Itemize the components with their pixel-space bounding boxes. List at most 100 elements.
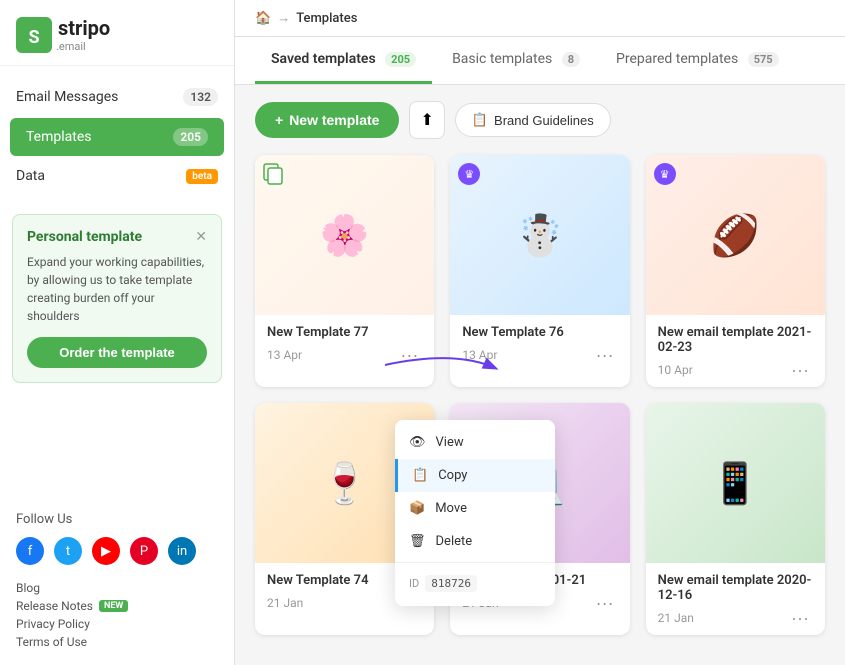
tab-saved-templates-count: 205 (385, 52, 416, 67)
template-footer-6: New email template 2020-12-16 21 Jan ··· (646, 563, 825, 635)
youtube-icon[interactable]: ▶ (92, 537, 120, 565)
sidebar-item-email-label: Email Messages (16, 89, 118, 105)
personal-template-card-header: Personal template ✕ (27, 229, 207, 245)
template-card-1: 🌸 New Template 77 13 Apr ··· (255, 155, 434, 387)
context-menu-delete[interactable]: 🗑 Delete (395, 525, 555, 558)
logo-area: S stripo .email (0, 0, 234, 66)
template-more-button-1[interactable]: ··· (396, 346, 422, 364)
copy-icon: 📋 (412, 468, 428, 483)
context-menu-id: ID 818726 (395, 567, 555, 600)
template-meta-6: 21 Jan ··· (658, 609, 813, 627)
breadcrumb: 🏠 → Templates (235, 0, 845, 37)
template-card-6: 📱 New email template 2020-12-16 21 Jan ·… (646, 403, 825, 635)
tab-prepared-templates[interactable]: Prepared templates 575 (600, 37, 795, 84)
new-template-plus-icon: + (275, 112, 283, 128)
template-date-1: 13 Apr (267, 348, 302, 362)
context-menu-view[interactable]: 👁 View (395, 426, 555, 459)
context-menu-copy[interactable]: 📋 Copy (395, 459, 555, 492)
tab-saved-templates-label: Saved templates (271, 51, 376, 67)
linkedin-icon[interactable]: in (168, 537, 196, 565)
template-card-3: 🏈 ♛ New email template 2021-02-23 10 Apr… (646, 155, 825, 387)
follow-section: Follow Us f t ▶ P in Blog Release Notes … (0, 496, 234, 665)
template-footer-3: New email template 2021-02-23 10 Apr ··· (646, 315, 825, 387)
sidebar-item-templates-label: Templates (26, 129, 92, 145)
template-date-6: 21 Jan (658, 611, 694, 625)
template-meta-2: 13 Apr ··· (462, 346, 617, 364)
copy-icon (263, 163, 285, 185)
personal-template-body: Expand your working capabilities, by all… (27, 253, 207, 325)
tab-basic-templates[interactable]: Basic templates 8 (436, 37, 596, 84)
context-menu-move[interactable]: 📦 Move (395, 492, 555, 525)
template-more-button-3[interactable]: ··· (787, 361, 813, 379)
template-more-button-6[interactable]: ··· (787, 609, 813, 627)
tab-basic-templates-label: Basic templates (452, 51, 552, 67)
tab-saved-templates[interactable]: Saved templates 205 (255, 37, 432, 84)
sidebar-item-data-label: Data (16, 168, 45, 184)
personal-template-close-button[interactable]: ✕ (195, 229, 207, 245)
brand-guidelines-icon: 📋 (472, 112, 488, 128)
facebook-icon[interactable]: f (16, 537, 44, 565)
template-name-1: New Template 77 (267, 325, 422, 340)
context-menu-view-label: View (436, 435, 464, 450)
sidebar-item-email-badge: 132 (183, 88, 218, 106)
logo-text: stripo .email (58, 16, 110, 53)
breadcrumb-current: Templates (296, 11, 357, 26)
sidebar-item-email-messages[interactable]: Email Messages 132 (0, 78, 234, 116)
tab-prepared-templates-label: Prepared templates (616, 51, 738, 67)
context-menu-divider (395, 562, 555, 563)
upload-icon: ⬆ (420, 110, 433, 130)
new-badge: NEW (99, 600, 128, 612)
breadcrumb-home[interactable]: 🏠 (255, 11, 271, 26)
template-name-2: New Template 76 (462, 325, 617, 340)
brand-guidelines-button[interactable]: 📋 Brand Guidelines (455, 103, 611, 137)
tab-prepared-templates-count: 575 (748, 52, 779, 67)
view-icon: 👁 (409, 435, 426, 450)
footer-link-terms[interactable]: Terms of Use (16, 635, 218, 649)
template-more-button-2[interactable]: ··· (592, 346, 618, 364)
upload-icon-button[interactable]: ⬆ (409, 101, 444, 139)
template-thumb-2: ☃️ ♛ (450, 155, 629, 315)
template-date-2: 13 Apr (462, 348, 497, 362)
footer-link-privacy-policy[interactable]: Privacy Policy (16, 617, 218, 631)
sidebar-item-data[interactable]: Data beta (0, 158, 234, 194)
thumb-decoration-6: 📱 (646, 403, 825, 563)
template-card-2: ☃️ ♛ New Template 76 13 Apr ··· (450, 155, 629, 387)
new-template-button[interactable]: + New template (255, 102, 399, 138)
context-menu-delete-label: Delete (436, 534, 473, 549)
sidebar-nav: Email Messages 132 Templates 205 Data be… (0, 66, 234, 206)
template-footer-1: New Template 77 13 Apr ··· (255, 315, 434, 372)
move-icon: 📦 (409, 501, 425, 516)
breadcrumb-arrow: → (277, 10, 290, 26)
context-menu: 👁 View 📋 Copy 📦 Move 🗑 Delete ID 818726 (395, 420, 555, 606)
tab-basic-templates-count: 8 (562, 52, 580, 67)
template-name-3: New email template 2021-02-23 (658, 325, 813, 355)
footer-link-release-notes[interactable]: Release Notes NEW (16, 599, 218, 613)
logo-brand-name: stripo (58, 16, 110, 40)
sidebar: S stripo .email Email Messages 132 Templ… (0, 0, 235, 665)
context-menu-move-label: Move (435, 501, 467, 516)
template-more-button-5[interactable]: ··· (592, 594, 618, 612)
context-menu-copy-label: Copy (438, 468, 467, 483)
sidebar-item-data-badge: beta (186, 169, 218, 184)
sidebar-item-templates[interactable]: Templates 205 (10, 118, 224, 156)
template-date-4: 21 Jan (267, 596, 303, 610)
pinterest-icon[interactable]: P (130, 537, 158, 565)
logo[interactable]: S stripo .email (16, 16, 218, 53)
copy-badge-1 (263, 163, 285, 185)
action-bar: + New template ⬆ 📋 Brand Guidelines (255, 101, 825, 139)
template-thumb-3: 🏈 ♛ (646, 155, 825, 315)
social-icons: f t ▶ P in (16, 537, 218, 565)
personal-template-card: Personal template ✕ Expand your working … (12, 214, 222, 383)
svg-text:S: S (28, 27, 39, 48)
twitter-icon[interactable]: t (54, 537, 82, 565)
template-meta-1: 13 Apr ··· (267, 346, 422, 364)
follow-title: Follow Us (16, 512, 218, 527)
crown-badge-3: ♛ (654, 163, 676, 185)
template-date-3: 10 Apr (658, 363, 693, 377)
order-template-button[interactable]: Order the template (27, 337, 207, 368)
stripo-logo-icon: S (16, 17, 52, 53)
template-footer-2: New Template 76 13 Apr ··· (450, 315, 629, 372)
footer-link-blog[interactable]: Blog (16, 581, 218, 595)
brand-guidelines-label: Brand Guidelines (494, 113, 594, 128)
template-thumb-6: 📱 (646, 403, 825, 563)
